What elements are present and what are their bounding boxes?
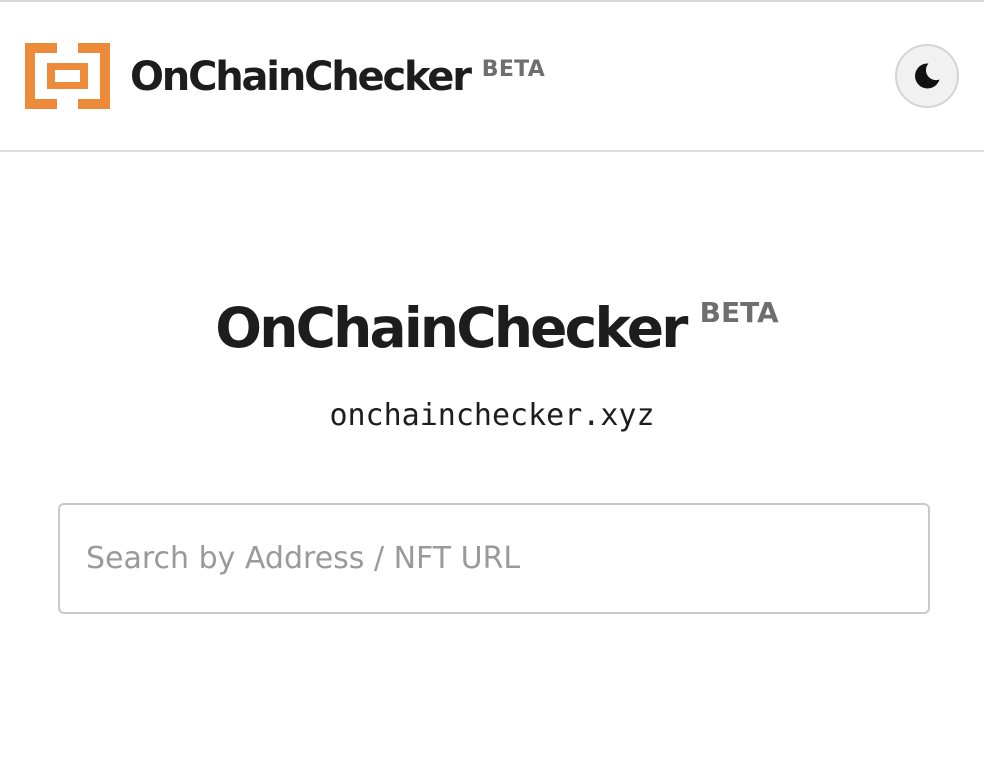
search-input[interactable] bbox=[58, 503, 930, 614]
home-logo-link[interactable]: OnChainChecker BETA bbox=[25, 43, 545, 109]
brackets-logo-icon bbox=[25, 43, 110, 109]
brand-beta-badge: BETA bbox=[481, 57, 546, 82]
moon-icon bbox=[915, 63, 940, 89]
hero-title-block: OnChainChecker BETA bbox=[0, 292, 984, 364]
site-domain: onchainchecker.xyz bbox=[329, 398, 655, 433]
site-header: OnChainChecker BETA bbox=[0, 2, 984, 152]
hero-title-row: OnChainChecker BETA bbox=[215, 292, 778, 364]
brand-name: OnChainChecker bbox=[130, 54, 472, 100]
hero-beta-badge: BETA bbox=[699, 296, 779, 329]
hero-title: OnChainChecker bbox=[215, 296, 688, 360]
theme-toggle-button[interactable] bbox=[895, 44, 959, 108]
